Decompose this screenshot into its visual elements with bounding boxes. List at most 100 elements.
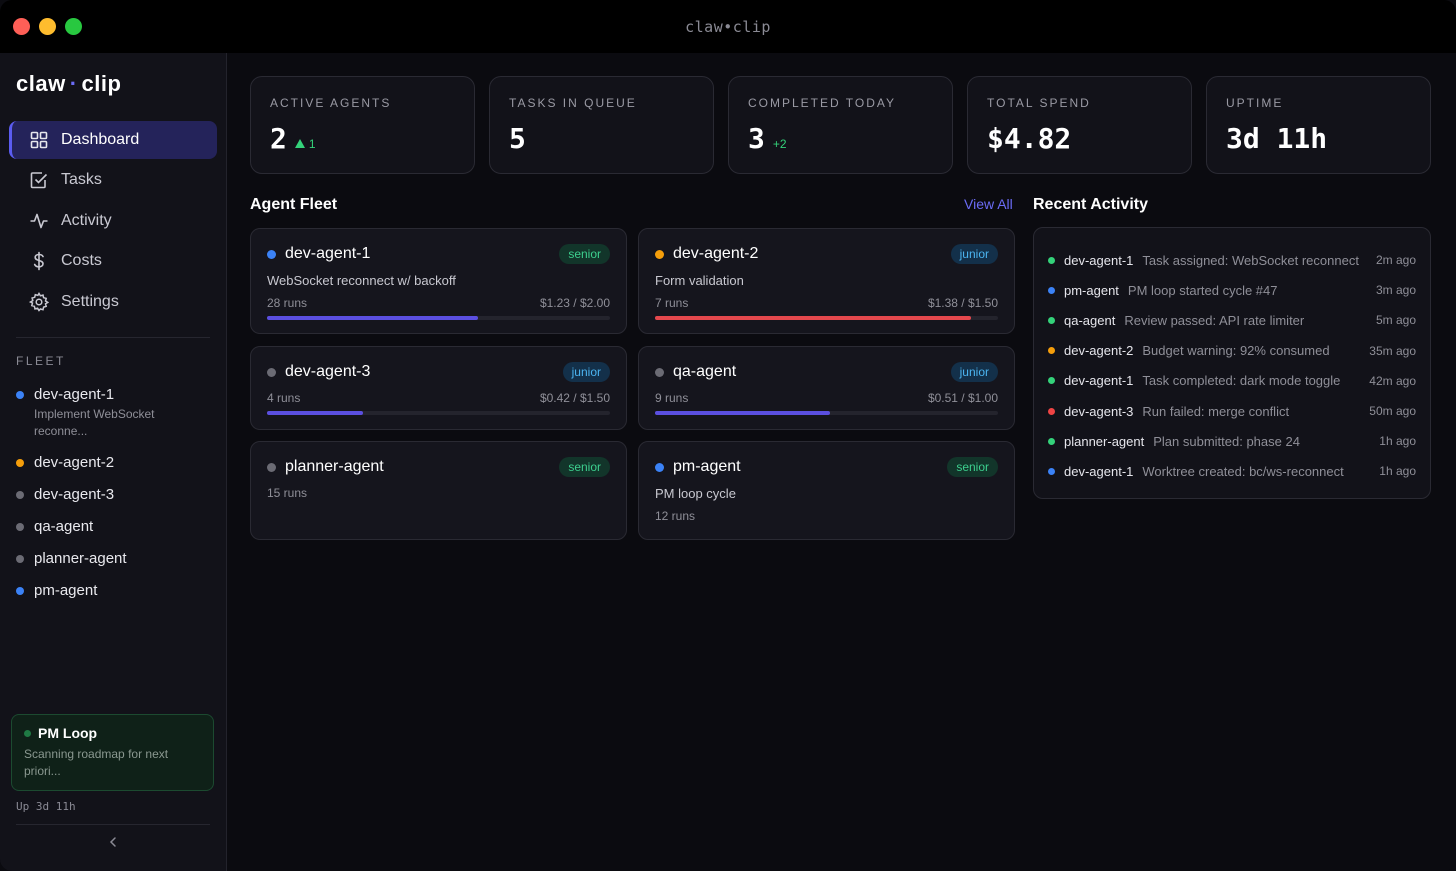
stat-delta-value: 1 bbox=[308, 136, 316, 151]
stat-value-row: 5 bbox=[509, 122, 694, 155]
chevron-left-icon bbox=[109, 837, 116, 847]
sidebar-item-settings[interactable]: Settings bbox=[9, 283, 217, 321]
activity-message: Task completed: dark mode toggle bbox=[1142, 373, 1341, 389]
activity-message: Review passed: API rate limiter bbox=[1124, 312, 1305, 328]
fleet-item-planner-agent[interactable]: planner-agent bbox=[16, 550, 216, 582]
status-dot bbox=[16, 491, 24, 499]
stat-label: TASKS IN QUEUE bbox=[509, 96, 637, 110]
fleet-item-name: qa-agent bbox=[34, 518, 94, 535]
agent-runs: 9 runs bbox=[655, 391, 689, 405]
brand-separator: · bbox=[69, 71, 78, 96]
fleet-item-name: planner-agent bbox=[34, 550, 127, 567]
status-dot bbox=[1048, 256, 1055, 264]
activity-row[interactable]: pm-agent PM loop started cycle #47 3m ago bbox=[1048, 275, 1416, 305]
status-dot bbox=[1048, 316, 1055, 324]
stat-label: UPTIME bbox=[1226, 96, 1284, 110]
minimize-window-button[interactable] bbox=[39, 18, 56, 35]
window-controls bbox=[13, 18, 82, 35]
brand-logo[interactable]: claw · clip bbox=[16, 71, 121, 97]
fleet-list: dev-agent-1 Implement WebSocket reconne.… bbox=[16, 386, 216, 614]
status-dot bbox=[1048, 437, 1055, 445]
title-bar: claw•clip bbox=[0, 0, 1456, 53]
fleet-item-dev-agent-2[interactable]: dev-agent-2 bbox=[16, 454, 216, 486]
agent-fleet-title: Agent Fleet bbox=[250, 196, 338, 213]
activity-pulse-icon bbox=[29, 211, 49, 231]
agent-card-dev-agent-2[interactable]: dev-agent-2 junior Form validation 7 run… bbox=[638, 228, 1015, 334]
stat-label: ACTIVE AGENTS bbox=[270, 96, 392, 110]
maximize-window-button[interactable] bbox=[65, 18, 82, 35]
sidebar-nav: Dashboard Tasks Activity Costs Settings bbox=[9, 121, 217, 323]
budget-bar bbox=[267, 316, 610, 320]
status-dot bbox=[655, 249, 664, 259]
sidebar-uptime: Up 3d 11h bbox=[16, 800, 76, 813]
sidebar-item-activity[interactable]: Activity bbox=[9, 202, 217, 240]
stat-value: 2 bbox=[270, 122, 287, 155]
status-dot bbox=[1048, 347, 1055, 355]
fleet-item-dev-agent-1[interactable]: dev-agent-1 Implement WebSocket reconne.… bbox=[16, 386, 216, 454]
budget-bar bbox=[655, 411, 998, 415]
close-window-button[interactable] bbox=[13, 18, 30, 35]
stat-value: $4.82 bbox=[987, 122, 1072, 155]
agent-name: dev-agent-3 bbox=[285, 363, 371, 380]
status-dot bbox=[655, 462, 664, 472]
app-window: claw•clip claw · clip Dashboard Tasks Ac… bbox=[0, 0, 1456, 871]
fleet-item-pm-agent[interactable]: pm-agent bbox=[16, 582, 216, 614]
fleet-item-dev-agent-3[interactable]: dev-agent-3 bbox=[16, 486, 216, 518]
agent-meta: 28 runs $1.23 / $2.00 bbox=[267, 296, 610, 310]
agent-card-dev-agent-3[interactable]: dev-agent-3 junior 4 runs $0.42 / $1.50 bbox=[250, 346, 627, 430]
activity-time: 1h ago bbox=[1379, 464, 1416, 479]
activity-time: 50m ago bbox=[1369, 404, 1416, 419]
activity-message: PM loop started cycle #47 bbox=[1127, 282, 1278, 298]
activity-row[interactable]: dev-agent-1 Task assigned: WebSocket reco… bbox=[1048, 245, 1416, 275]
view-all-link[interactable]: View All bbox=[964, 196, 1013, 212]
window-title: claw•clip bbox=[685, 17, 771, 36]
agent-runs: 15 runs bbox=[267, 486, 308, 500]
stat-delta: 1 bbox=[294, 136, 316, 151]
activity-row[interactable]: dev-agent-1 Worktree created: bc/ws-recon… bbox=[1048, 456, 1416, 486]
agent-card-header: dev-agent-1 senior bbox=[267, 244, 610, 264]
agent-name: dev-agent-2 bbox=[673, 245, 759, 262]
stat-value-row: 3 +2 bbox=[748, 122, 933, 155]
agent-cost: $1.38 / $1.50 bbox=[927, 296, 998, 310]
sidebar-item-label: Tasks bbox=[61, 171, 102, 189]
fleet-heading: FLEET bbox=[16, 354, 66, 368]
activity-agent: dev-agent-3 bbox=[1064, 403, 1134, 419]
sidebar-bottom-divider bbox=[16, 824, 210, 825]
agent-card-planner-agent[interactable]: planner-agent senior 15 runs bbox=[250, 441, 627, 540]
agent-card-qa-agent[interactable]: qa-agent junior 9 runs $0.51 / $1.00 bbox=[638, 346, 1015, 430]
status-dot bbox=[1048, 377, 1055, 385]
stat-value: 3 bbox=[748, 122, 765, 155]
activity-message: Worktree created: bc/ws-reconnect bbox=[1142, 463, 1344, 479]
agent-card-header: pm-agent senior bbox=[655, 457, 998, 477]
budget-bar-fill bbox=[655, 411, 830, 415]
sidebar-item-costs[interactable]: Costs bbox=[9, 242, 217, 280]
sidebar-item-tasks[interactable]: Tasks bbox=[9, 161, 217, 199]
activity-time: 5m ago bbox=[1375, 313, 1416, 328]
agent-card-dev-agent-1[interactable]: dev-agent-1 senior WebSocket reconnect w… bbox=[250, 228, 627, 334]
agent-card-pm-agent[interactable]: pm-agent senior PM loop cycle 12 runs bbox=[638, 441, 1015, 540]
activity-row[interactable]: qa-agent Review passed: API rate limiter 5… bbox=[1048, 305, 1416, 335]
status-dot bbox=[267, 462, 276, 472]
collapse-sidebar-button[interactable] bbox=[105, 834, 121, 850]
activity-row[interactable]: dev-agent-3 Run failed: merge conflict 50m… bbox=[1048, 396, 1416, 426]
fleet-item-qa-agent[interactable]: qa-agent bbox=[16, 518, 216, 550]
sidebar-item-dashboard[interactable]: Dashboard bbox=[9, 121, 217, 159]
tier-badge: junior bbox=[950, 362, 998, 382]
pm-loop-card[interactable]: PM Loop Scanning roadmap for next priori… bbox=[11, 714, 214, 791]
pm-loop-header: PM Loop bbox=[24, 725, 201, 741]
stat-label: TOTAL SPEND bbox=[987, 96, 1091, 110]
activity-row[interactable]: dev-agent-1 Task completed: dark mode tog… bbox=[1048, 366, 1416, 396]
gear-icon bbox=[29, 291, 49, 312]
activity-row[interactable]: planner-agent Plan submitted: phase 24 1h … bbox=[1048, 426, 1416, 456]
dashboard-grid-icon bbox=[29, 130, 49, 150]
agent-task: PM loop cycle bbox=[655, 486, 736, 501]
brand-left: claw bbox=[16, 71, 66, 96]
stat-label: COMPLETED TODAY bbox=[748, 96, 897, 110]
agent-task: WebSocket reconnect w/ backoff bbox=[267, 273, 456, 288]
status-dot bbox=[1048, 286, 1055, 294]
agent-meta: 7 runs $1.38 / $1.50 bbox=[655, 296, 998, 310]
dollar-icon bbox=[29, 251, 49, 271]
fleet-item-name: dev-agent-1 bbox=[34, 386, 115, 403]
agent-name: qa-agent bbox=[673, 363, 737, 380]
activity-row[interactable]: dev-agent-2 Budget warning: 92% consumed 3… bbox=[1048, 336, 1416, 366]
